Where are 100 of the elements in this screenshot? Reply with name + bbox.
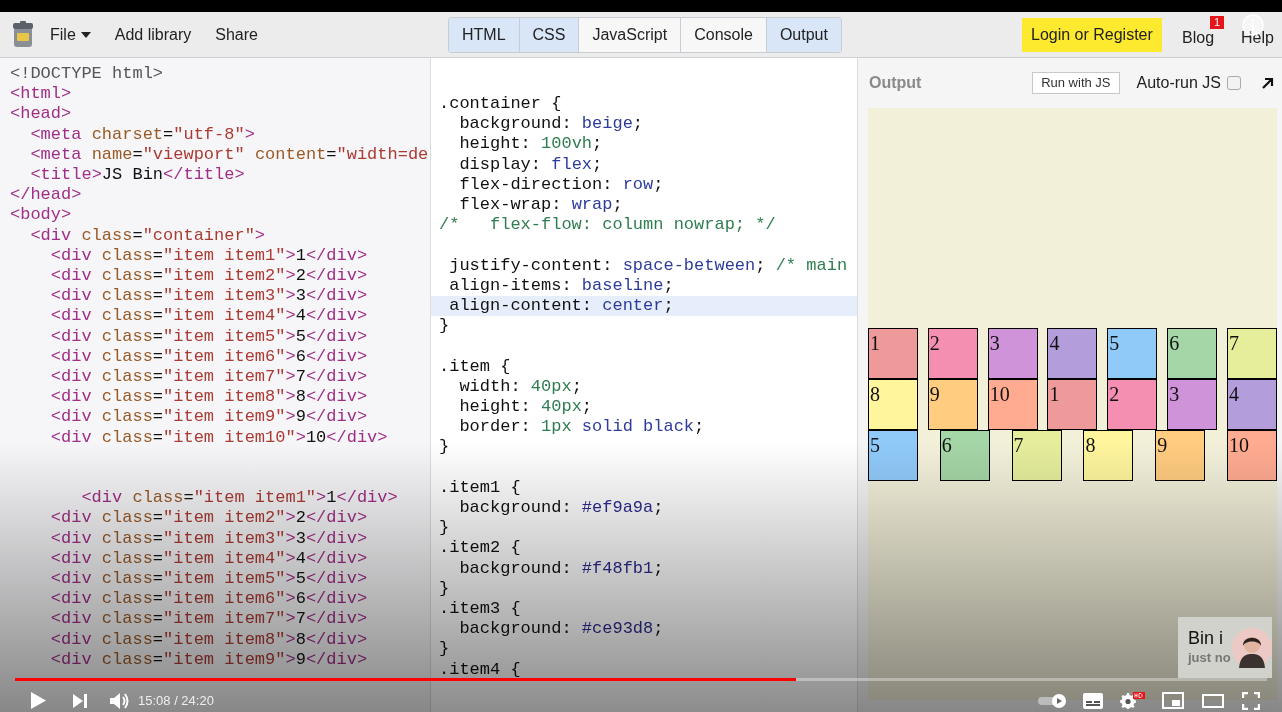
numbered-square: 8 — [1083, 429, 1134, 481]
code-line: <div class="item item7">7</div> — [49, 609, 368, 629]
panel-title: Output — [869, 73, 922, 93]
code-line: <div class="item item4">4</div> — [49, 548, 368, 568]
code-line: /* flex-flow: column nowrap; */ — [439, 215, 776, 235]
miniplayer-icon[interactable] — [1162, 692, 1184, 709]
numbered-square: 3 — [987, 327, 1038, 379]
code-line: } — [439, 316, 450, 336]
code-line: justify-content: space-between; /* main — [448, 255, 848, 275]
numbered-square: 7 — [1226, 327, 1277, 379]
code-line: flex-direction: row; — [458, 174, 664, 194]
code-line: width: 40px; — [458, 376, 582, 396]
code-line: <div class="item item5">5</div> — [49, 326, 368, 346]
video-time: 15:08 / 24:20 — [138, 691, 214, 710]
code-line: <div class="item item3">3</div> — [49, 528, 368, 548]
panel-tab[interactable]: Console — [680, 18, 766, 52]
open-external-icon[interactable] — [1261, 76, 1274, 90]
numbered-square: 4 — [1226, 378, 1277, 430]
numbered-square: 2 — [1107, 378, 1158, 430]
autoplay-toggle-icon[interactable] — [1038, 693, 1066, 708]
code-line: <meta charset="utf-8"> — [29, 124, 255, 144]
code-line: <body> — [10, 205, 72, 225]
numbered-square: 1 — [868, 327, 918, 379]
run-button[interactable]: Run with JS — [1032, 72, 1120, 94]
volume-icon[interactable] — [110, 691, 130, 710]
code-line: .container { — [439, 94, 562, 113]
checkbox-label: Auto-run JS — [1136, 73, 1221, 93]
caret-icon — [80, 31, 91, 38]
code-line: <!DOCTYPE html> — [10, 64, 164, 83]
code-line: <div class="item item2">2</div> — [49, 266, 368, 286]
theater-mode-icon[interactable] — [1202, 693, 1224, 708]
code-line: background: #f48fb1; — [458, 558, 664, 578]
settings-icon[interactable] — [1119, 691, 1145, 710]
code-line: <div class="container"> — [29, 225, 266, 245]
code-line: <meta name="viewport" content="width=de — [29, 144, 429, 164]
code-line: <head> — [10, 104, 72, 124]
numbered-square: 7 — [1011, 429, 1062, 481]
code-line: .item2 { — [439, 538, 521, 558]
code-line: .item4 { — [439, 659, 521, 679]
play-icon[interactable] — [31, 692, 46, 709]
numbered-square: 2 — [927, 327, 978, 379]
numbered-square: 6 — [939, 429, 990, 481]
toolbar-link[interactable]: Add library — [114, 22, 192, 47]
panel-tab[interactable]: CSS — [518, 18, 579, 52]
code-line: } — [439, 518, 450, 538]
bin-logo-icon[interactable] — [12, 20, 34, 49]
toolbar-link[interactable]: Share — [215, 22, 258, 47]
code-line: <div class="item item8">8</div> — [49, 629, 368, 649]
code-line: .item { — [439, 356, 511, 376]
panel-tab[interactable]: HTML — [449, 18, 519, 52]
next-icon[interactable] — [73, 693, 87, 708]
login-button[interactable]: Login or Register — [1022, 18, 1162, 52]
progress-bar[interactable] — [15, 678, 1267, 681]
code-line: <div class="item item1">1</div> — [80, 488, 398, 508]
numbered-square: 5 — [868, 429, 918, 481]
code-line: <div class="item item5">5</div> — [49, 569, 368, 589]
help-link[interactable]: Help — [1241, 26, 1274, 50]
panel-tab[interactable]: Output — [765, 18, 841, 52]
code-line: .item3 { — [439, 599, 521, 619]
code-line: <div class="item item6">6</div> — [49, 346, 368, 366]
code-line: <html> — [10, 84, 72, 104]
fullscreen-icon[interactable] — [1242, 691, 1260, 710]
numbered-square: 1 — [1047, 378, 1098, 430]
numbered-square: 8 — [868, 378, 918, 430]
code-line: } — [439, 437, 450, 457]
numbered-square: 10 — [1227, 429, 1277, 481]
code-line: </head> — [10, 185, 82, 205]
code-line: } — [439, 639, 450, 659]
code-line: height: 40px; — [458, 397, 593, 416]
code-line: border: 1px solid black; — [458, 417, 705, 437]
code-line: } — [439, 578, 450, 598]
notification-badge: 1 — [1210, 16, 1225, 29]
code-line: <div class="item item2">2</div> — [49, 508, 368, 528]
numbered-square: 9 — [927, 378, 978, 430]
code-line: flex-wrap: wrap; — [458, 195, 623, 214]
numbered-square: 5 — [1107, 327, 1158, 379]
numbered-square: 6 — [1167, 327, 1218, 379]
numbered-square: 10 — [987, 378, 1038, 430]
checkbox[interactable] — [1227, 76, 1241, 90]
avatar — [1232, 628, 1272, 668]
code-line: <div class="item item9">9</div> — [49, 649, 368, 669]
toast-title: Bin i — [1188, 627, 1223, 649]
menu-button[interactable]: File — [50, 22, 91, 47]
numbered-square: 4 — [1047, 327, 1098, 379]
code-line: <div class="item item6">6</div> — [49, 589, 368, 609]
code-line: background: #ef9a9a; — [458, 498, 664, 517]
code-line: .item1 { — [439, 477, 521, 497]
toast-time: just no — [1188, 649, 1231, 667]
blog-link[interactable]: Blog — [1182, 26, 1215, 50]
code-line: <title>JS Bin</title> — [29, 165, 245, 184]
code-line: height: 100vh; — [458, 134, 603, 154]
numbered-square: 9 — [1155, 429, 1206, 481]
code-line: <div class="item item1">1</div> — [49, 245, 368, 265]
code-line: <div class="item item3">3</div> — [49, 286, 368, 306]
code-line: align-content: center; — [448, 296, 674, 315]
numbered-square: 3 — [1167, 378, 1218, 430]
code-line: background: #ce93d8; — [458, 619, 664, 639]
panel-tab[interactable]: JavaScript — [578, 18, 681, 52]
code-line: <div class="item item7">7</div> — [49, 367, 368, 387]
code-line: align-items: baseline; — [448, 275, 674, 295]
